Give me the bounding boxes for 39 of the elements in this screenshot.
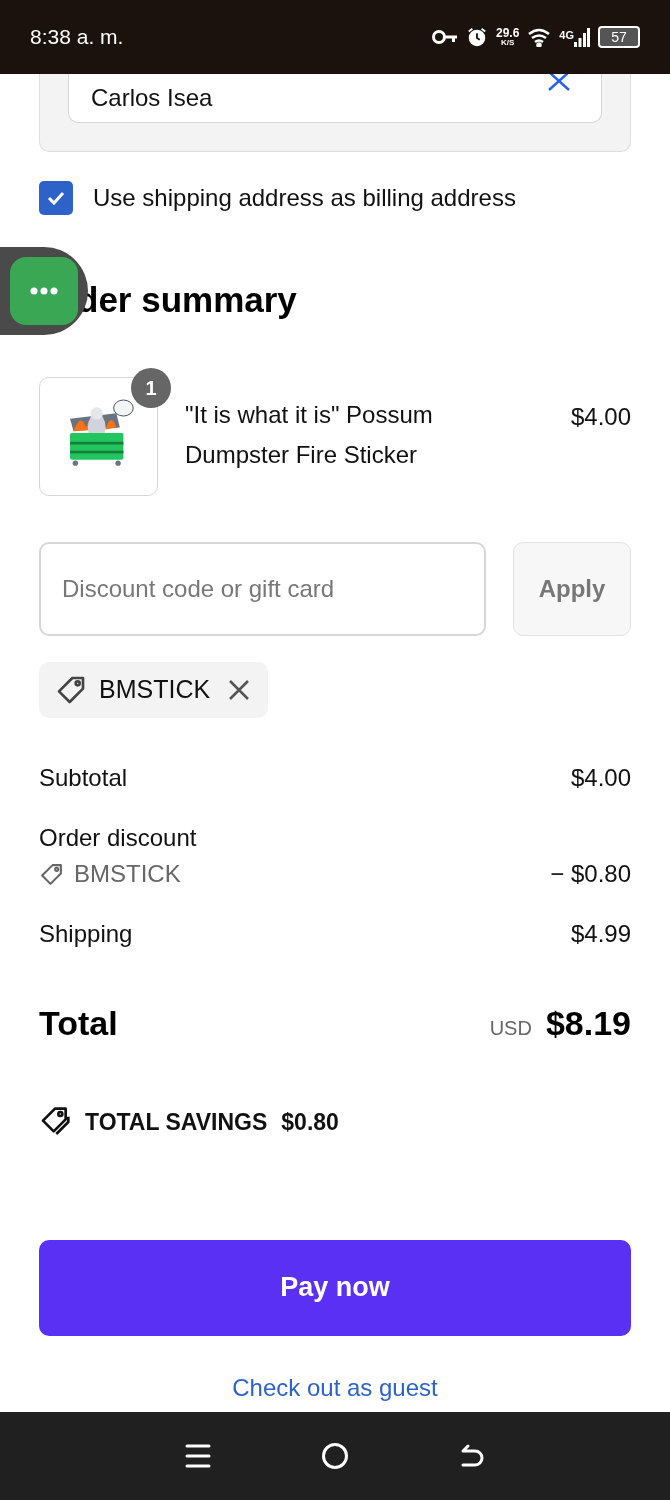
total-label: Total: [39, 1003, 118, 1044]
pay-now-button[interactable]: Pay now: [39, 1239, 631, 1336]
tag-icon: [55, 674, 87, 706]
discount-code-label: BMSTICK: [74, 859, 181, 889]
savings-amount: $0.80: [281, 1108, 339, 1137]
speed-value: 29.6: [495, 27, 520, 39]
remove-icon[interactable]: [228, 679, 251, 701]
home-icon[interactable]: [321, 1442, 349, 1470]
name-field[interactable]: Carlos Isea: [68, 74, 602, 123]
summary-amount: $4.99: [570, 919, 631, 949]
network-type: 4G: [559, 28, 574, 43]
summary-amount: $4.00: [570, 763, 631, 793]
wifi-icon: [527, 27, 552, 47]
billing-checkbox[interactable]: [39, 181, 73, 215]
tag-icon: [39, 861, 64, 887]
savings-label: TOTAL SAVINGS: [85, 1108, 268, 1137]
apply-button[interactable]: Apply: [513, 542, 631, 636]
more-button[interactable]: [10, 257, 78, 325]
quantity-badge: 1: [131, 368, 171, 408]
checkbox-label: Use shipping address as billing address: [93, 183, 516, 213]
clock: 8:38 a. m.: [30, 24, 124, 51]
key-icon: [431, 29, 458, 45]
discount-field[interactable]: Discount code or gift card: [39, 542, 486, 636]
signal-icon: [574, 27, 590, 47]
summary-label: Shipping: [39, 919, 133, 949]
summary-label: Subtotal: [39, 763, 128, 793]
speed-unit: K/S: [500, 39, 515, 47]
menu-icon[interactable]: [185, 1443, 211, 1469]
discount-code: BMSTICK: [99, 674, 211, 706]
summary-label: Order discount: [39, 823, 197, 853]
total-amount: $8.19: [545, 1003, 631, 1044]
product-name: "It is what it is" Possum Dumpster Fire Sticker: [185, 400, 434, 470]
guest-checkout-link[interactable]: Check out as guest: [232, 1369, 438, 1406]
more-icon: [30, 287, 58, 295]
battery-indicator: 57: [598, 26, 640, 48]
product-price: $4.00: [570, 402, 631, 432]
back-icon[interactable]: [459, 1443, 485, 1469]
discount-amount: − $0.80: [550, 859, 631, 889]
currency-code: USD: [489, 1015, 532, 1041]
